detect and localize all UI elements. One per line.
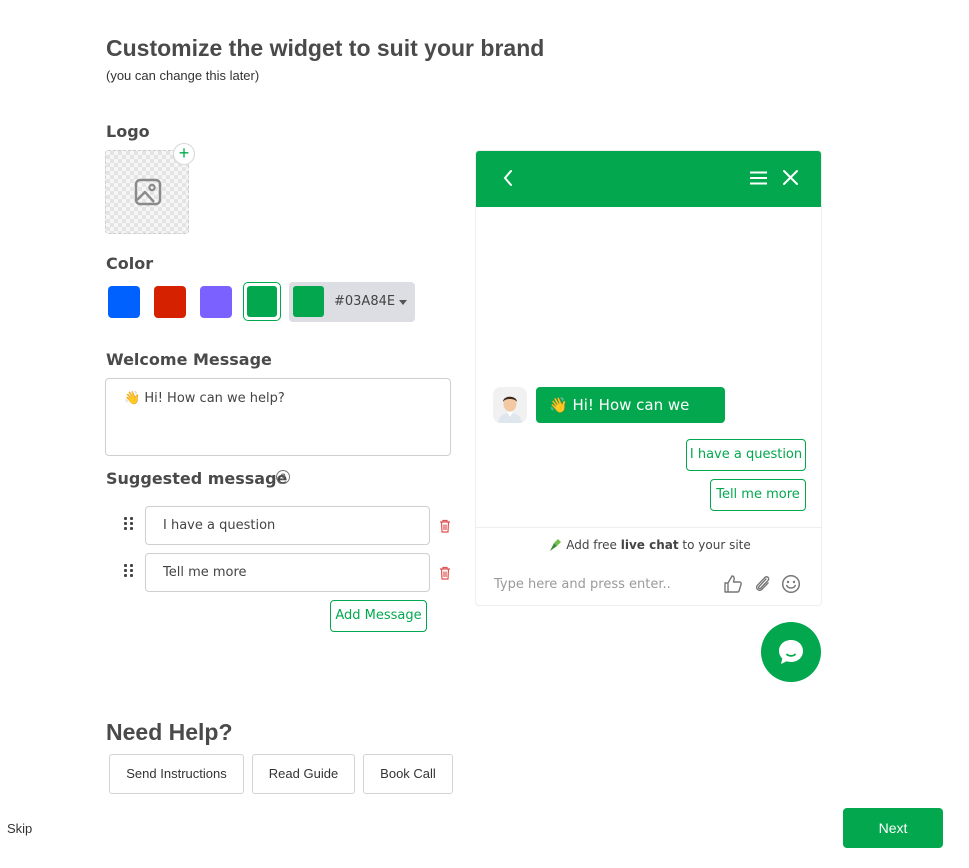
powered-prefix: Add free [566, 538, 621, 552]
color-hex-value: #03A84E [334, 294, 396, 309]
color-picker-dropdown[interactable]: #03A84E [289, 282, 415, 322]
quick-reply-2[interactable]: Tell me more [710, 479, 806, 511]
suggested-message-input-2[interactable]: Tell me more [145, 553, 430, 592]
close-icon[interactable] [782, 169, 799, 186]
page-subtitle: (you can change this later) [106, 68, 260, 83]
logo-label: Logo [106, 122, 150, 141]
agent-avatar [493, 387, 527, 423]
read-guide-button[interactable]: Read Guide [252, 754, 355, 794]
send-instructions-button[interactable]: Send Instructions [109, 754, 244, 794]
brand-logo-icon [550, 539, 562, 551]
need-help-heading: Need Help? [106, 719, 233, 745]
drag-handle-icon[interactable] [124, 564, 134, 578]
suggested-message-input-1[interactable]: I have a question [145, 506, 430, 545]
color-label: Color [106, 254, 154, 273]
color-swatch-green-selected[interactable] [243, 282, 281, 321]
page-title: Customize the widget to suit your brand [106, 35, 545, 61]
trash-icon[interactable] [439, 566, 451, 580]
chat-bubble-icon [779, 640, 803, 664]
help-circle-icon[interactable]: ? [276, 470, 290, 484]
add-logo-button[interactable]: + [173, 143, 195, 165]
chat-input[interactable]: Type here and press enter.. [494, 577, 671, 592]
welcome-message-label: Welcome Message [106, 350, 272, 369]
powered-by-text[interactable]: Add free live chat to your site [476, 538, 821, 552]
skip-link[interactable]: Skip [7, 821, 32, 836]
chat-launcher-button[interactable] [761, 622, 821, 682]
color-swatch-purple[interactable] [200, 286, 232, 318]
add-message-button[interactable]: Add Message [330, 600, 427, 632]
image-icon [134, 178, 162, 206]
thumbs-up-icon[interactable] [723, 574, 743, 594]
chevron-down-icon [399, 300, 407, 305]
book-call-button[interactable]: Book Call [363, 754, 453, 794]
suggested-message-label: Suggested message [106, 469, 288, 488]
widget-header [476, 151, 821, 207]
color-swatch-red[interactable] [154, 286, 186, 318]
trash-icon[interactable] [439, 519, 451, 533]
powered-bold: live chat [620, 538, 679, 552]
selected-swatch-fill [247, 286, 277, 317]
next-button[interactable]: Next [843, 808, 943, 848]
welcome-message-textarea[interactable]: 👋 Hi! How can we help? [105, 378, 451, 456]
color-swatch-blue[interactable] [108, 286, 140, 318]
quick-reply-1[interactable]: I have a question [686, 439, 806, 471]
color-preview-chip [293, 286, 324, 317]
menu-icon[interactable] [749, 170, 768, 186]
preview-divider [476, 527, 821, 528]
back-arrow-icon[interactable] [502, 169, 514, 187]
welcome-bubble: 👋 Hi! How can we help? [536, 387, 725, 450]
drag-handle-icon[interactable] [124, 517, 134, 531]
emoji-icon[interactable] [781, 574, 801, 594]
paperclip-icon[interactable] [753, 574, 773, 594]
widget-preview: 👋 Hi! How can we help? I have a question… [475, 150, 822, 606]
powered-suffix: to your site [678, 538, 751, 552]
